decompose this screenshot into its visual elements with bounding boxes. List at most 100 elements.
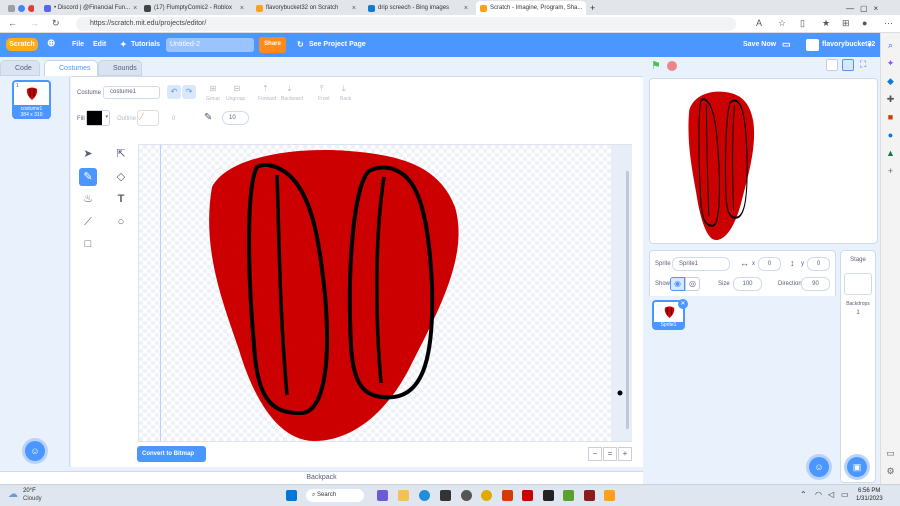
sprite-tile[interactable]: Sprite1 ✕ <box>652 299 688 330</box>
zoom-in-button[interactable]: + <box>618 447 632 461</box>
search-icon[interactable]: ⌕ <box>886 41 895 50</box>
split-screen-icon[interactable]: ▯ <box>800 18 805 29</box>
see-project-icon[interactable]: ↻ <box>297 40 304 49</box>
close-icon[interactable]: × <box>464 5 468 12</box>
outlook-icon[interactable]: ● <box>886 131 895 140</box>
tray-chevron-icon[interactable]: ⌃ <box>800 490 807 499</box>
green-flag-icon[interactable]: ⚑ <box>651 59 661 72</box>
zoom-reset-button[interactable]: = <box>603 447 617 461</box>
back-icon[interactable]: ⤓ <box>342 84 346 94</box>
fill-tool[interactable]: ♨ <box>79 190 97 208</box>
group-icon[interactable]: ⊞ <box>206 84 220 93</box>
more-icon[interactable]: ⋯ <box>884 18 893 29</box>
forward-icon[interactable]: → <box>30 18 39 28</box>
chrome-icon[interactable] <box>481 490 492 501</box>
choose-backdrop-button[interactable]: ▣ <box>847 457 867 477</box>
close-icon[interactable]: × <box>240 5 244 12</box>
close-icon[interactable]: × <box>352 5 356 12</box>
tutorials-button[interactable]: Tutorials <box>131 41 160 48</box>
save-now-button[interactable]: Save Now <box>743 41 776 48</box>
tree-icon[interactable]: ▲ <box>886 149 895 158</box>
wifi-icon[interactable]: ◠ <box>815 490 822 499</box>
large-stage-icon[interactable] <box>842 59 854 71</box>
select-tool[interactable]: ➤ <box>79 145 97 163</box>
shopping-icon[interactable]: ◆ <box>886 77 895 86</box>
line-tool[interactable]: ⟋ <box>79 213 97 231</box>
clock-time[interactable]: 6:56 PM <box>858 488 880 494</box>
tab-discord[interactable]: • Discord | @Financial Fun... × <box>40 1 138 15</box>
favorite-icon[interactable]: ☆ <box>778 18 786 29</box>
globe-icon[interactable]: ⊕ <box>47 38 55 49</box>
sparkle-icon[interactable]: ✦ <box>886 59 895 68</box>
office-icon[interactable]: ■ <box>886 113 895 122</box>
github-icon[interactable] <box>461 490 472 501</box>
choose-sprite-button[interactable]: ☺ <box>809 457 829 477</box>
undo-button[interactable]: ↶ <box>167 85 181 99</box>
tab-actions-icon[interactable] <box>8 4 15 12</box>
brush-size-input[interactable]: 10 <box>222 111 249 125</box>
fill-color-picker[interactable]: ▾ <box>86 110 110 126</box>
brush-tool[interactable]: ✎ <box>79 168 97 186</box>
game-icon[interactable] <box>584 490 595 501</box>
url-field[interactable]: https://scratch.mit.edu/projects/editor/ <box>76 17 736 31</box>
tab-roblox[interactable]: (17) FlumptyComic2 - Roblox × <box>140 1 248 15</box>
x-input[interactable]: 0 <box>758 257 781 271</box>
eraser-tool[interactable]: ◇ <box>112 168 130 186</box>
size-input[interactable]: 100 <box>733 277 762 291</box>
stage-sprite[interactable] <box>670 89 800 241</box>
edit-menu[interactable]: Edit <box>93 41 106 48</box>
store-icon[interactable] <box>440 490 451 501</box>
minecraft-icon[interactable] <box>563 490 574 501</box>
costume-name-input[interactable]: costume1 <box>103 86 160 99</box>
outline-color-picker[interactable]: ⁄ <box>137 110 159 126</box>
terminal-icon[interactable] <box>543 490 554 501</box>
convert-to-bitmap-button[interactable]: Convert to Bitmap <box>137 446 206 462</box>
front-icon[interactable]: ⤒ <box>320 84 324 94</box>
back-icon[interactable]: ← <box>8 18 17 28</box>
chevron-down-icon[interactable]: ▾ <box>868 41 872 49</box>
direction-input[interactable]: 90 <box>801 277 830 291</box>
forward-icon[interactable]: ⇡ <box>262 84 269 93</box>
scratch-logo[interactable]: Scratch <box>6 38 38 51</box>
text-tool[interactable]: T <box>112 190 130 208</box>
stop-icon[interactable] <box>667 61 677 71</box>
clock-date[interactable]: 1/31/2023 <box>856 496 883 502</box>
backward-icon[interactable]: ⇣ <box>286 84 293 93</box>
edge-icon[interactable] <box>419 490 430 501</box>
volume-icon[interactable]: ◁ <box>828 490 834 499</box>
expand-icon[interactable]: ▭ <box>886 449 895 458</box>
favorites-icon[interactable]: ★ <box>822 18 830 29</box>
tools-icon[interactable]: ✚ <box>886 95 895 104</box>
show-visible-button[interactable]: ◉ <box>670 277 685 291</box>
reshape-tool[interactable]: ⇱ <box>112 145 130 163</box>
circle-tool[interactable]: ○ <box>112 213 130 231</box>
see-project-page-button[interactable]: See Project Page <box>309 41 366 48</box>
app-icon[interactable] <box>522 490 533 501</box>
avatar[interactable] <box>806 39 819 51</box>
fullscreen-icon[interactable]: ⛶ <box>860 59 866 70</box>
zoom-out-button[interactable]: − <box>588 447 602 461</box>
share-button[interactable]: Share <box>259 37 286 53</box>
new-tab-button[interactable]: + <box>586 1 600 15</box>
taskbar-search[interactable]: ⌕ Search <box>306 489 364 502</box>
outline-width[interactable]: 0 <box>172 116 175 122</box>
tab-costumes[interactable]: Costumes <box>44 60 98 77</box>
tab-bing[interactable]: drip screech - Bing images × <box>364 1 472 15</box>
my-stuff-icon[interactable]: ▭ <box>782 39 791 50</box>
project-title-input[interactable]: Untitled-2 <box>166 38 254 52</box>
tab-scratch-profile[interactable]: flavorybucket32 on Scratch × <box>252 1 360 15</box>
start-icon[interactable] <box>286 490 297 501</box>
file-explorer-icon[interactable] <box>398 490 409 501</box>
scratch-app-icon[interactable] <box>604 490 615 501</box>
small-stage-icon[interactable] <box>826 59 838 71</box>
teams-icon[interactable] <box>377 490 388 501</box>
costume-card[interactable]: 1 costume1 384 x 310 <box>12 80 51 119</box>
stage-selector[interactable]: Stage Backdrops 1 <box>840 250 876 483</box>
profile-icon[interactable] <box>18 4 25 12</box>
y-input[interactable]: 0 <box>807 257 830 271</box>
trash-icon[interactable]: ✕ <box>678 299 688 309</box>
window-buttons[interactable]: —▢× <box>842 1 898 15</box>
paint-canvas[interactable] <box>138 144 632 442</box>
window-controls[interactable] <box>4 1 34 15</box>
sprite-name-input[interactable]: Sprite1 <box>672 257 730 271</box>
